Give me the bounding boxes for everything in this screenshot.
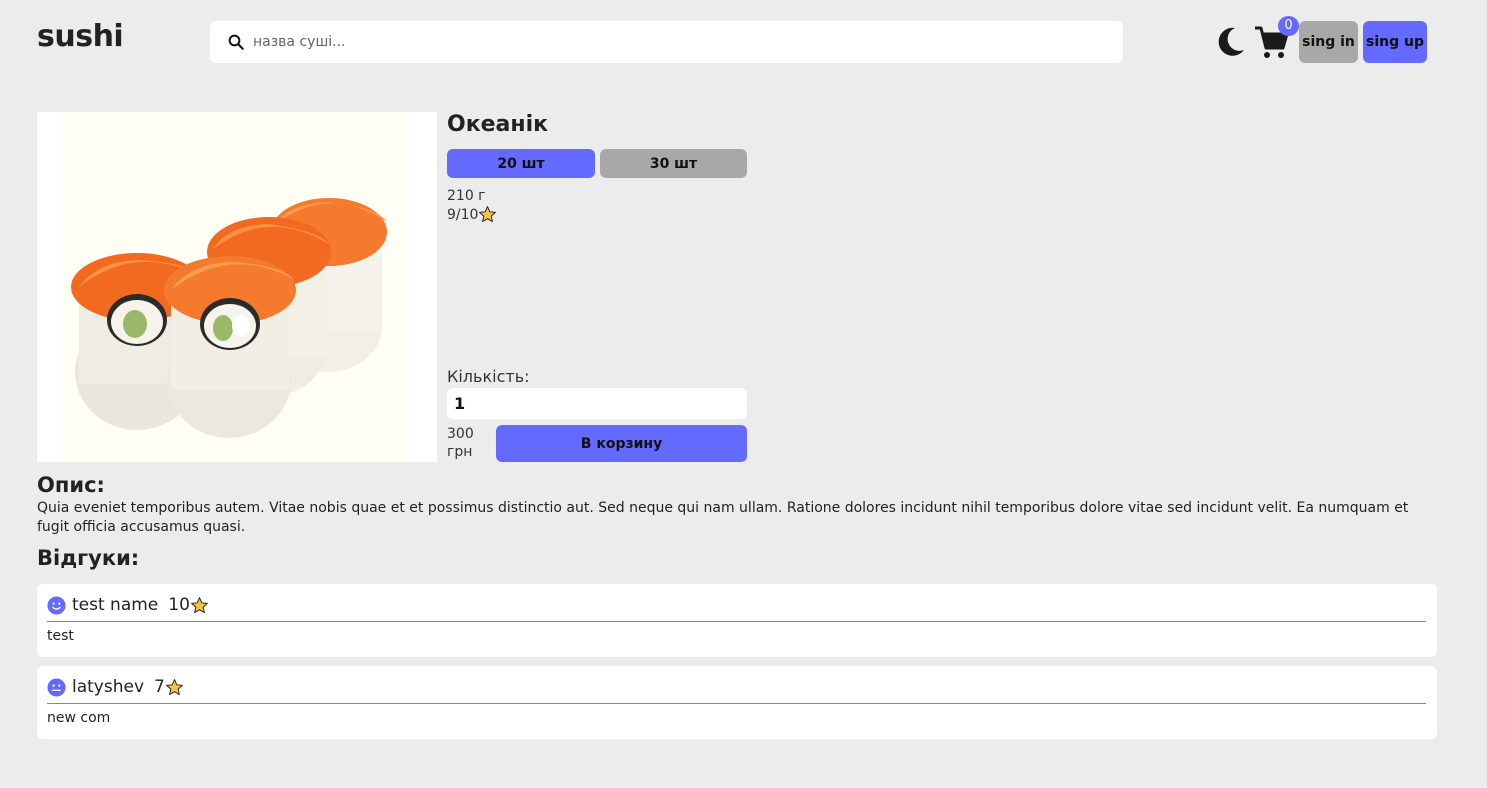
review-score: 7	[154, 677, 184, 697]
star-icon	[165, 678, 183, 695]
description-text: Quia eveniet temporibus autem. Vitae nob…	[37, 500, 1409, 535]
product-image	[37, 112, 437, 462]
sign-up-button[interactable]: sing up	[1363, 21, 1427, 63]
size-option-30[interactable]: 30 шт	[600, 149, 747, 178]
description-heading: Опис:	[37, 473, 105, 497]
add-to-cart-button[interactable]: В корзину	[496, 425, 747, 462]
star-icon	[479, 206, 497, 223]
review-divider	[47, 621, 1426, 622]
quantity-input[interactable]	[447, 388, 747, 419]
smile-face-icon	[47, 595, 66, 615]
review-score: 10	[168, 595, 209, 615]
rating-value: 9/10	[447, 206, 479, 223]
review-card: test name 10 test	[37, 584, 1437, 657]
reviews-heading: Відгуки:	[37, 546, 140, 570]
review-text: new com	[47, 710, 111, 726]
search-input[interactable]	[253, 34, 1113, 50]
moon-icon[interactable]	[1216, 26, 1246, 58]
product-title: Океанік	[447, 112, 549, 137]
cart-count-badge: 0	[1278, 16, 1299, 36]
review-score-value: 10	[168, 595, 190, 615]
star-icon	[191, 596, 208, 613]
size-option-20[interactable]: 20 шт	[447, 149, 595, 178]
header: sushi 0 sing in sing up	[0, 0, 1487, 84]
review-text: test	[47, 628, 74, 644]
review-score-value: 7	[154, 677, 165, 697]
search-bar[interactable]	[210, 21, 1123, 63]
review-author: test name	[72, 595, 159, 615]
review-divider	[47, 703, 1426, 704]
product-weight: 210 г	[447, 188, 486, 204]
product-rating: 9/10	[447, 205, 497, 224]
review-author: latyshev	[72, 677, 145, 697]
product-price: 300 грн	[447, 426, 474, 460]
neutral-face-icon	[47, 677, 66, 697]
search-icon	[228, 34, 244, 50]
review-card: latyshev 7 new com	[37, 666, 1437, 739]
sign-in-button[interactable]: sing in	[1299, 21, 1358, 63]
quantity-label: Кількість:	[447, 367, 530, 386]
logo[interactable]: sushi	[37, 19, 124, 54]
